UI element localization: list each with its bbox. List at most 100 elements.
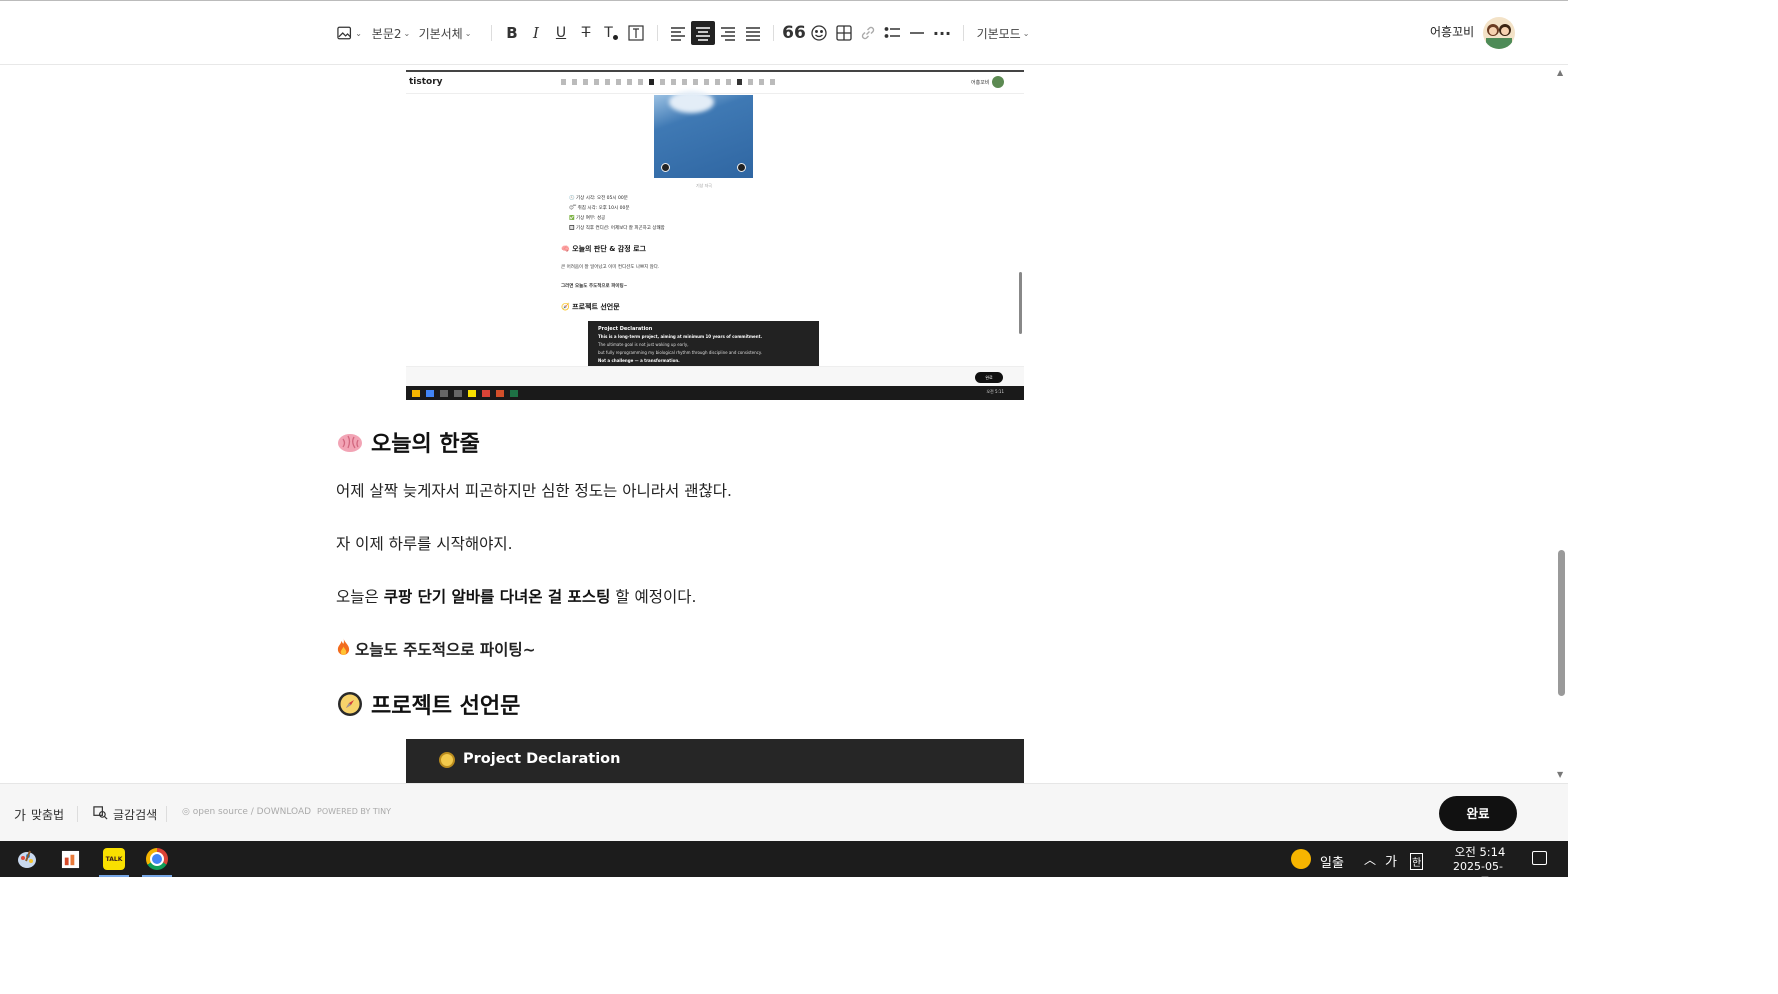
toolbar-divider <box>963 25 964 41</box>
mini-toolbar-icons <box>561 79 821 87</box>
mini-heading: 🧠 오늘의 판단 & 감정 로그 <box>561 245 646 253</box>
underline-icon[interactable]: U <box>551 21 571 45</box>
mini-avatar <box>992 76 1004 88</box>
scrollbar-thumb[interactable] <box>1558 550 1565 696</box>
paint-app-icon[interactable] <box>8 841 46 877</box>
ime-language[interactable]: 가 <box>1385 851 1397 870</box>
align-justify-icon[interactable] <box>743 21 763 45</box>
strikethrough-icon[interactable]: T <box>576 21 596 45</box>
font-family-dropdown[interactable]: 기본서체 ⌄ <box>418 21 472 45</box>
editor-toolbar: ⌄ 본문2 ⌄ 기본서체 ⌄ B I U T T 66 ··· 기본모드 ⌄ 어흥꼬비 <box>0 0 1568 65</box>
paragraph-2: 자 이제 하루를 시작해야지. <box>336 535 513 553</box>
font-family-label: 기본서체 <box>418 26 463 41</box>
search-icon <box>93 805 108 823</box>
avatar[interactable] <box>1483 17 1515 49</box>
editor-footer: 가 맞춤법 글감검색 ◎ open source / DOWNLOAD POWE… <box>0 783 1568 841</box>
tray-chevron-up-icon[interactable]: ︿ <box>1364 851 1376 868</box>
mini-declaration-box: Project Declaration This is a long-term … <box>588 321 819 366</box>
mini-footer <box>406 366 1024 386</box>
opensource-link[interactable]: ◎ open source / DOWNLOAD <box>182 807 311 817</box>
toolbar-divider <box>491 25 492 41</box>
clock-time[interactable]: 오전 5:14 <box>1440 844 1520 860</box>
compass-icon <box>337 691 363 717</box>
image-icon[interactable]: ⌄ <box>336 21 362 45</box>
list-item: 🔲 기상 직후 컨디션: 어제보다 잘 피곤하고 상쾌함 <box>569 226 665 231</box>
photo-icon <box>661 163 670 172</box>
mini-toolbar: tistory 어흥꼬비 <box>406 72 1024 94</box>
spellcheck-label: 맞춤법 <box>30 808 65 822</box>
kakaotalk-icon[interactable]: TALK <box>95 841 133 877</box>
declaration-title: Project Declaration <box>463 751 621 767</box>
material-search-label: 글감검색 <box>113 807 158 822</box>
weather-label[interactable]: 일출 <box>1320 852 1344 871</box>
scroll-up-arrow-icon[interactable]: ▲ <box>1557 68 1563 77</box>
office-app-icon[interactable] <box>51 841 89 877</box>
compass-icon <box>439 752 455 768</box>
mini-checklist: 🕔 기상 시각: 오전 05시 00분 😴 취침 시각: 오후 10시 00분 … <box>569 194 665 234</box>
mini-taskbar: 오전 5:11 <box>406 386 1024 400</box>
list-item: 🕔 기상 시각: 오전 05시 00분 <box>569 196 628 201</box>
chevron-down-icon: ⌄ <box>464 28 472 38</box>
mini-paragraph: 그러면 오늘도 주도적으로 파이팅~ <box>561 284 628 289</box>
italic-icon[interactable]: I <box>527 21 545 45</box>
chevron-down-icon: ⌄ <box>403 28 411 38</box>
embedded-screenshot: tistory 어흥꼬비 기상 자극 🕔 기상 시각: 오전 05시 00분 😴… <box>406 70 1024 400</box>
align-center-icon[interactable] <box>691 21 715 45</box>
divider-icon[interactable] <box>907 21 927 45</box>
heading-today-text: 오늘의 한줄 <box>371 432 480 457</box>
fire-icon <box>336 637 351 660</box>
notification-icon[interactable] <box>1532 851 1547 865</box>
paragraph-3: 오늘은 쿠팡 단기 알바를 다녀온 걸 포스팅 할 예정이다. <box>336 585 696 607</box>
text-color-icon[interactable]: T <box>601 21 621 45</box>
clock-date[interactable]: 2025-05-31(토) <box>1437 860 1519 889</box>
sunrise-icon[interactable] <box>1291 849 1311 869</box>
material-search-button[interactable]: 글감검색 <box>93 805 157 823</box>
paragraph-3-end: 할 예정이다. <box>610 588 697 606</box>
paragraph-style-label: 본문2 <box>371 26 402 41</box>
editor-mode-label: 기본모드 <box>976 26 1021 41</box>
done-button[interactable]: 완료 <box>1439 796 1517 831</box>
link-icon[interactable] <box>858 21 878 45</box>
emoji-icon[interactable] <box>809 21 829 45</box>
chrome-icon[interactable] <box>138 841 176 877</box>
paragraph-3-start: 오늘은 <box>336 588 384 606</box>
bold-icon[interactable]: B <box>502 21 522 45</box>
paragraph-style-dropdown[interactable]: 본문2 ⌄ <box>372 21 410 45</box>
table-icon[interactable] <box>834 21 854 45</box>
photo-caption: 기상 자극 <box>696 183 712 188</box>
spellcheck-button[interactable]: 가 맞춤법 <box>14 805 64 824</box>
paragraph-4-text: 오늘도 주도적으로 파이팅~ <box>355 640 536 659</box>
mini-declaration-line: This is a long-term project, aiming at m… <box>598 334 763 339</box>
more-icon[interactable]: ··· <box>932 21 952 45</box>
scroll-down-arrow-icon[interactable]: ▼ <box>1557 770 1563 779</box>
chevron-down-icon: ⌄ <box>1022 28 1030 38</box>
username: 어흥꼬비 <box>1430 25 1475 39</box>
mini-heading: 🧭 프로젝트 선언문 <box>561 303 620 311</box>
kakaotalk-label: TALK <box>103 848 125 870</box>
mini-declaration-line: but fully reprogramming my biological rh… <box>598 350 762 355</box>
ime-hangul[interactable]: 한 <box>1410 853 1424 870</box>
brain-icon <box>337 429 363 455</box>
toolbar-divider <box>657 25 658 41</box>
list-item: 😴 취침 시각: 오후 10시 00분 <box>569 206 630 211</box>
declaration-box: Project Declaration <box>406 739 1024 783</box>
editor-content[interactable]: tistory 어흥꼬비 기상 자극 🕔 기상 시각: 오전 05시 00분 😴… <box>0 66 1556 783</box>
paragraph-1: 어제 살짝 늦게자서 피곤하지만 심한 정도는 아니라서 괜찮다. <box>336 482 732 500</box>
list-icon[interactable] <box>883 21 903 45</box>
heading-project-text: 프로젝트 선언문 <box>371 694 521 719</box>
tistory-logo: tistory <box>409 77 443 87</box>
paragraph-3-bold: 쿠팡 단기 알바를 다녀온 걸 포스팅 <box>383 588 611 606</box>
mini-declaration-title: Project Declaration <box>598 326 653 332</box>
text-background-icon[interactable] <box>626 21 646 45</box>
mini-scrollbar <box>1019 272 1022 334</box>
mini-declaration-line: The ultimate goal is not just waking up … <box>598 342 689 347</box>
heading-project: 프로젝트 선언문 <box>337 688 520 720</box>
align-right-icon[interactable] <box>718 21 738 45</box>
editor-mode-dropdown[interactable]: 기본모드 ⌄ <box>976 21 1030 45</box>
quote-icon[interactable]: 66 <box>782 21 806 45</box>
mini-done-button: 완료 <box>975 372 1003 383</box>
photo-icon <box>737 163 746 172</box>
toolbar-divider <box>773 25 774 41</box>
footer-divider <box>77 806 78 822</box>
align-left-icon[interactable] <box>668 21 688 45</box>
